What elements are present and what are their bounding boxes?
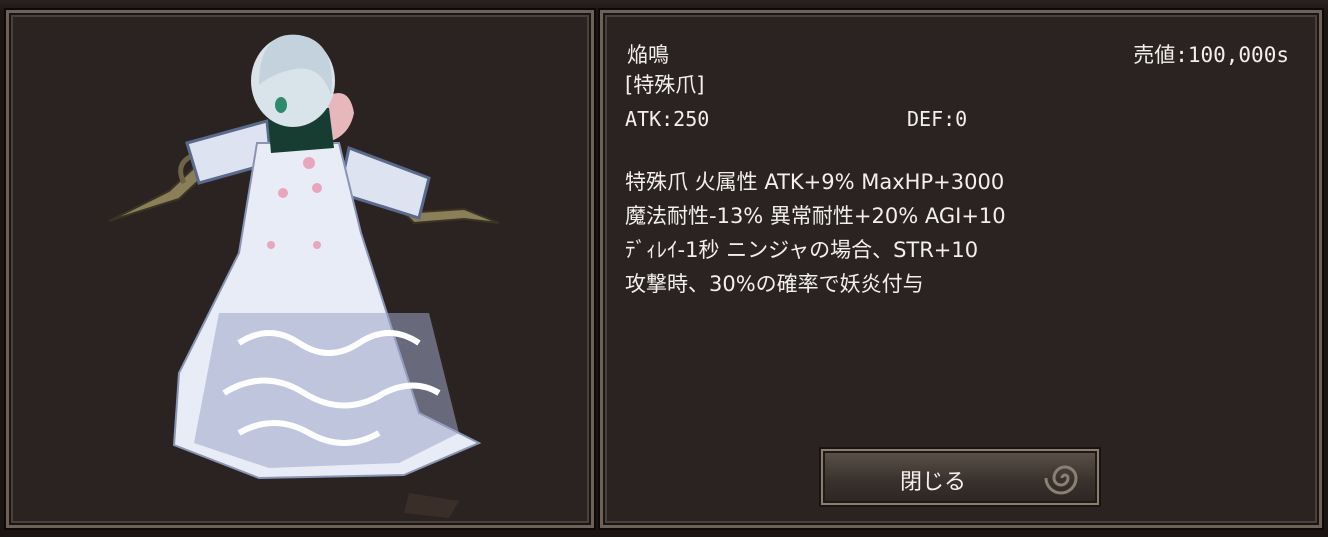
item-def: DEF:0: [907, 107, 968, 131]
item-price: 売値:100,000s: [1133, 43, 1289, 67]
close-button[interactable]: 閉じる: [821, 449, 1099, 505]
item-name: 焔鳴: [627, 43, 669, 67]
effect-line: 魔法耐性-13% 異常耐性+20% AGI+10: [625, 204, 1006, 228]
effect-line: ﾃﾞｨﾚｲ-1秒 ニンジャの場合、STR+10: [625, 238, 979, 262]
item-info-panel: 焔鳴 [特殊爪] ATK:250 DEF:0 売値:100,000s 特殊爪 火…: [600, 10, 1322, 528]
swirl-icon: [1044, 465, 1078, 495]
close-button-label: 閉じる: [899, 470, 966, 495]
effect-line: 特殊爪 火属性 ATK+9% MaxHP+3000: [625, 170, 1005, 194]
effect-line: 攻撃時、30%の確率で妖炎付与: [625, 272, 924, 296]
item-preview-panel: [6, 10, 594, 528]
item-effects: 特殊爪 火属性 ATK+9% MaxHP+3000 魔法耐性-13% 異常耐性+…: [625, 165, 1006, 301]
character-model: [108, 34, 500, 518]
item-atk: ATK:250: [625, 107, 710, 131]
item-type: [特殊爪]: [625, 73, 705, 97]
